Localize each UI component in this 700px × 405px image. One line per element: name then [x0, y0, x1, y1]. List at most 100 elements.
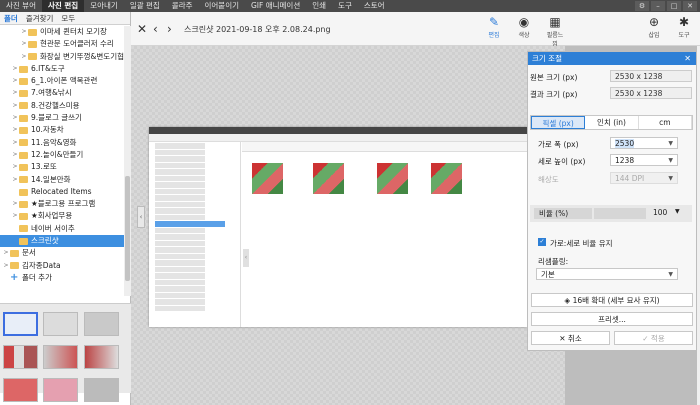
expand-arrow-icon[interactable]: >	[20, 38, 28, 50]
menu-item-photo-edit[interactable]: 사진 편집	[41, 0, 85, 12]
tool-insert[interactable]: ⊕ 삽입	[643, 15, 665, 39]
chevron-down-icon: ▼	[668, 271, 673, 278]
next-image-icon[interactable]: ›	[167, 22, 172, 36]
expand-arrow-icon[interactable]: >	[11, 124, 19, 136]
tree-item[interactable]: > 문서	[0, 247, 124, 259]
expand-arrow-icon[interactable]: >	[11, 149, 19, 161]
expand-arrow-icon[interactable]: >	[20, 26, 28, 38]
thumbnail[interactable]	[84, 312, 119, 336]
menu-item-combine[interactable]: 이어붙이기	[199, 0, 246, 12]
tree-item[interactable]: Relocated Items	[0, 186, 124, 198]
tree-item[interactable]: >6.IT&도구	[0, 63, 124, 75]
scrollbar-thumb[interactable]	[125, 176, 130, 281]
expand-arrow-icon[interactable]: >	[2, 260, 10, 272]
ratio-slider[interactable]: 비율 (%) 100 ▼	[530, 205, 692, 222]
maximize-icon[interactable]: □	[667, 1, 681, 11]
tree-item[interactable]: >12.놀이&만들기	[0, 149, 124, 161]
expand-arrow-icon[interactable]: >	[11, 198, 19, 210]
upscale-button[interactable]: ◈ 16배 확대 (세부 묘사 유지)	[531, 293, 693, 307]
tree-scrollbar[interactable]	[124, 26, 131, 296]
resampling-select[interactable]: 기본 ▼	[536, 268, 678, 280]
thumbnail[interactable]	[43, 345, 78, 369]
expand-arrow-icon[interactable]: >	[11, 210, 19, 222]
tool-edit[interactable]: ✎ 편집	[484, 15, 504, 39]
expand-arrow-icon[interactable]: >	[2, 247, 10, 259]
tree-item[interactable]: >6_1.아이폰 액복관련	[0, 75, 124, 87]
expand-arrow-icon[interactable]: >	[11, 63, 19, 75]
unit-tab-inch[interactable]: 인치 (in)	[585, 116, 639, 129]
tab-all[interactable]: 모두	[57, 12, 79, 25]
menu-item-photo-viewer[interactable]: 사진 뷰어	[0, 0, 42, 12]
image-title: 스크린샷 2021-09-18 오후 2.08.24.png	[184, 25, 331, 34]
panel-close-icon[interactable]: ✕	[684, 52, 691, 65]
chevron-down-icon[interactable]: ▼	[675, 208, 680, 215]
ratio-value[interactable]: 100	[653, 208, 667, 217]
settings-icon[interactable]: ⚙	[635, 1, 649, 11]
thumbnail[interactable]	[3, 345, 38, 369]
tree-item[interactable]: >10.자동차	[0, 124, 124, 136]
expand-arrow-icon[interactable]: >	[11, 75, 19, 87]
tree-item[interactable]: > 현관문 도어클러저 수리	[0, 38, 124, 50]
tree-item[interactable]: > 김자종Data	[0, 260, 124, 272]
prev-image-icon[interactable]: ‹	[153, 22, 158, 36]
apply-button[interactable]: ✓ 적용	[614, 331, 693, 345]
unit-selector: 픽셀 (px) 인치 (in) cm	[530, 115, 693, 130]
tree-item[interactable]: >9.블로그 글쓰기	[0, 112, 124, 124]
cancel-button[interactable]: ✕ 취소	[531, 331, 610, 345]
tree-item[interactable]: >11.음악&영화	[0, 137, 124, 149]
tree-item[interactable]: > ★블로그용 프로그램	[0, 198, 124, 210]
thumbnail[interactable]	[3, 378, 38, 402]
thumbnail[interactable]	[43, 312, 78, 336]
tool-film[interactable]: ▦ 필름느낌	[545, 15, 565, 48]
tree-item[interactable]: >7.여행&낚시	[0, 87, 124, 99]
tree-item[interactable]: + 폴더 추가	[0, 272, 124, 284]
unit-tab-cm[interactable]: cm	[638, 116, 692, 129]
menu-item-tools[interactable]: 도구	[332, 0, 358, 12]
tool-tools[interactable]: ✱ 도구	[673, 15, 695, 39]
menu-item-batch-edit[interactable]: 일괄 편집	[124, 0, 166, 12]
expand-arrow-icon[interactable]: >	[11, 112, 19, 124]
thumbnail[interactable]	[3, 312, 38, 336]
thumbnail[interactable]	[43, 378, 78, 402]
collapse-left-handle[interactable]: ‹	[137, 206, 145, 228]
expand-arrow-icon[interactable]: >	[11, 174, 19, 186]
preset-button[interactable]: 프리셋...	[531, 312, 693, 326]
keep-ratio-checkbox[interactable]: ✓	[538, 238, 546, 246]
height-input[interactable]: 1238 ▼	[610, 154, 678, 166]
menu-item-collect[interactable]: 모아내기	[84, 0, 124, 12]
collapse-handle[interactable]: ‹	[243, 249, 249, 267]
tab-favorites[interactable]: 즐겨찾기	[22, 12, 58, 25]
thumbnail[interactable]	[84, 345, 119, 369]
menu-item-gif[interactable]: GIF 애니메이션	[245, 0, 306, 12]
thumbnail[interactable]	[84, 378, 119, 402]
menu-item-print[interactable]: 인쇄	[306, 0, 332, 12]
color-icon: ◉	[518, 15, 530, 29]
tree-item[interactable]: 네이버 서이추	[0, 223, 124, 235]
tree-item[interactable]: > 이마세 퀸터치 모기장	[0, 26, 124, 38]
menu-item-store[interactable]: 스토어	[358, 0, 391, 12]
tab-folder[interactable]: 폴더	[0, 12, 22, 25]
result-size-value: 2530 x 1238	[610, 87, 692, 99]
expand-arrow-icon[interactable]: >	[20, 51, 28, 63]
folder-icon	[28, 40, 37, 48]
folder-tree: > 이마세 퀸터치 모기장 > 현관문 도어클러저 수리 > 화장실 변기뚜껑&변도기협 >…	[0, 26, 124, 296]
close-view-icon[interactable]: ✕	[137, 22, 147, 36]
tree-item-label: 스크린샷	[31, 236, 59, 246]
tree-item[interactable]: >13.로또	[0, 161, 124, 173]
width-input[interactable]: 2530 ▼	[610, 137, 678, 149]
tree-item[interactable]: 스크린샷	[0, 235, 124, 248]
minimize-icon[interactable]: –	[651, 1, 665, 11]
tree-item[interactable]: > ★회사업무용	[0, 210, 124, 222]
expand-arrow-icon[interactable]: >	[11, 87, 19, 99]
close-window-icon[interactable]: ✕	[683, 1, 697, 11]
ratio-track[interactable]	[594, 208, 646, 219]
unit-tab-px[interactable]: 픽셀 (px)	[531, 116, 586, 129]
expand-arrow-icon[interactable]: >	[11, 137, 19, 149]
tree-item[interactable]: >14.일본만화	[0, 174, 124, 186]
tree-item[interactable]: >8.건강헬스미용	[0, 100, 124, 112]
tree-item[interactable]: > 화장실 변기뚜껑&변도기협	[0, 51, 124, 63]
tool-color[interactable]: ◉ 색상	[514, 15, 534, 39]
menu-item-collage[interactable]: 콜라주	[166, 0, 199, 12]
expand-arrow-icon[interactable]: >	[11, 161, 19, 173]
expand-arrow-icon[interactable]: >	[11, 100, 19, 112]
